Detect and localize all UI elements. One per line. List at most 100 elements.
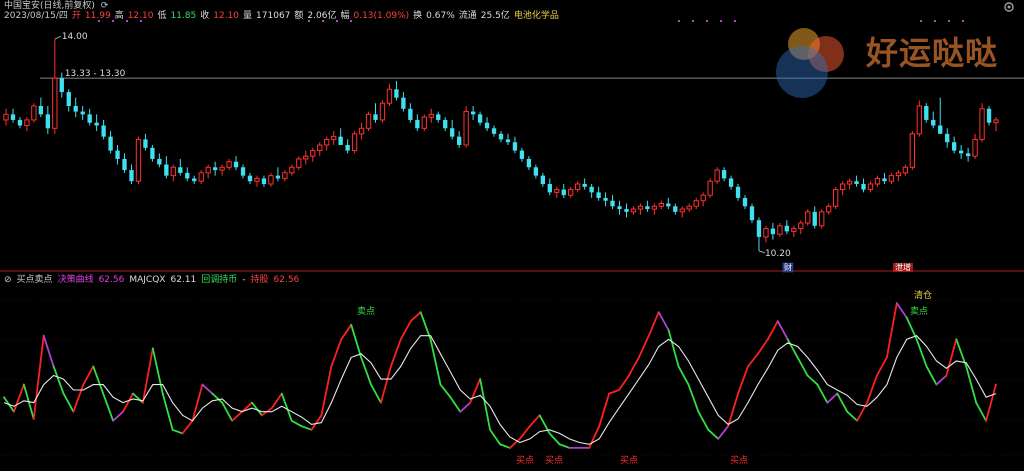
majcqx-label: MAJCQX	[129, 275, 166, 285]
candle-body-123	[861, 184, 866, 190]
candle-body-92	[645, 206, 650, 210]
amount-value: 2.06亿	[307, 11, 337, 21]
candle-body-100	[700, 194, 706, 202]
indicator-name[interactable]: 买点卖点	[17, 275, 53, 285]
candle-body-30	[212, 167, 218, 171]
candle-body-19	[135, 138, 142, 182]
decision-segment-47	[469, 378, 482, 404]
decision-segment-3	[32, 334, 45, 420]
candle-body-62	[436, 114, 441, 120]
decision-segment-55	[548, 432, 561, 446]
candle-body-43	[303, 155, 309, 160]
signal-dot-11	[720, 20, 722, 22]
candle-body-71	[498, 133, 504, 140]
candle-body-109	[763, 228, 769, 238]
volume-label: 量	[243, 11, 253, 21]
candle-body-135	[945, 133, 950, 143]
decision-segment-27	[270, 392, 283, 409]
close-label: 收	[200, 11, 210, 21]
decision-segment-38	[380, 365, 392, 404]
candle-body-98	[686, 205, 692, 210]
candle-body-112	[784, 225, 790, 232]
decision-segment-11	[112, 410, 124, 422]
decision-segment-72	[717, 425, 730, 440]
candle-body-119	[832, 189, 839, 207]
indicator-close-icon[interactable]: ⊘	[4, 275, 12, 285]
candle-body-84	[589, 186, 594, 193]
candle-body-6	[45, 114, 50, 129]
candle-body-108	[756, 220, 762, 237]
buy-signal-label-2: 买点	[545, 455, 563, 466]
float-value: 25.5亿	[480, 11, 510, 21]
turnover-value: 0.67%	[426, 11, 455, 21]
candle-body-17	[122, 158, 127, 171]
candle-body-120	[839, 183, 846, 191]
candle-body-95	[666, 203, 671, 207]
decision-segment-64	[637, 334, 650, 359]
candle-body-4	[31, 105, 37, 121]
decision-segment-12	[122, 392, 134, 413]
decision-segment-33	[330, 338, 343, 368]
refresh-icon[interactable]: ⟳	[101, 1, 109, 11]
candle-body-9	[66, 92, 71, 106]
decision-segment-90	[895, 302, 908, 319]
open-label: 开	[71, 11, 81, 21]
signal-dot-12	[734, 20, 736, 22]
indicator-legend-bar: ⊘ 买点卖点 决策曲线 62.56 MAJCQX 62.11 回调持币 - 持股 62.56	[4, 275, 304, 286]
candle-body-139	[972, 138, 978, 157]
candle-body-50	[351, 133, 358, 152]
candle-body-106	[742, 197, 748, 207]
candle-body-40	[282, 172, 288, 179]
decision-segment-49	[489, 428, 501, 446]
gear-icon[interactable]	[1003, 1, 1015, 13]
bar-date: 2023/08/15/四	[4, 11, 68, 21]
candle-body-116	[812, 211, 817, 226]
candle-body-2	[17, 119, 23, 126]
candle-body-75	[526, 158, 532, 168]
decision-segment-98	[975, 401, 987, 422]
indicator-series	[3, 302, 997, 449]
candle-body-85	[596, 192, 601, 198]
candle-body-42	[296, 158, 302, 168]
decision-segment-15	[151, 347, 164, 395]
decision-segment-37	[370, 383, 382, 404]
decision-segment-45	[449, 396, 462, 413]
decision-segment-52	[518, 425, 531, 440]
cai-badge[interactable]: 财	[784, 262, 792, 272]
decision-segment-29	[290, 419, 303, 428]
tuijian-badge[interactable]: 泄增	[895, 262, 911, 272]
stock-name[interactable]: 中国宝安(日线,前复权)	[4, 1, 95, 11]
decision-segment-50	[499, 443, 511, 449]
decision-segment-62	[618, 374, 630, 391]
candle-body-47	[331, 136, 337, 140]
candle-body-113	[791, 228, 797, 232]
sector-label[interactable]: 电池化学品	[514, 11, 559, 21]
range-price-label: 13.33 - 13.30	[65, 69, 126, 79]
candle-body-37	[261, 178, 267, 184]
candle-body-128	[895, 172, 902, 177]
candle-body-91	[637, 205, 644, 210]
candle-body-140	[979, 108, 985, 140]
candle-body-52	[365, 113, 372, 129]
decision-segment-83	[826, 392, 839, 404]
decision-segment-59	[588, 425, 601, 449]
decision-segment-95	[945, 338, 958, 377]
candle-body-12	[87, 114, 92, 123]
candle-body-99	[693, 200, 699, 207]
sell-signal-label-2: 卖点	[910, 306, 928, 317]
decision-segment-94	[935, 374, 948, 386]
high-price-label: 14.00	[62, 32, 88, 42]
candle-body-54	[379, 102, 386, 121]
hold-label: 持股	[250, 275, 269, 285]
decision-segment-34	[340, 323, 353, 341]
candle-body-57	[401, 97, 406, 109]
decision-segment-69	[687, 383, 700, 413]
candle-body-22	[157, 158, 162, 165]
candle-body-96	[673, 206, 678, 212]
candle-body-53	[373, 114, 378, 120]
candle-body-83	[582, 184, 587, 187]
candle-body-34	[240, 167, 246, 176]
decision-segment-76	[757, 338, 769, 355]
signal-dot-10	[706, 20, 708, 22]
decision-segment-85	[846, 410, 859, 422]
